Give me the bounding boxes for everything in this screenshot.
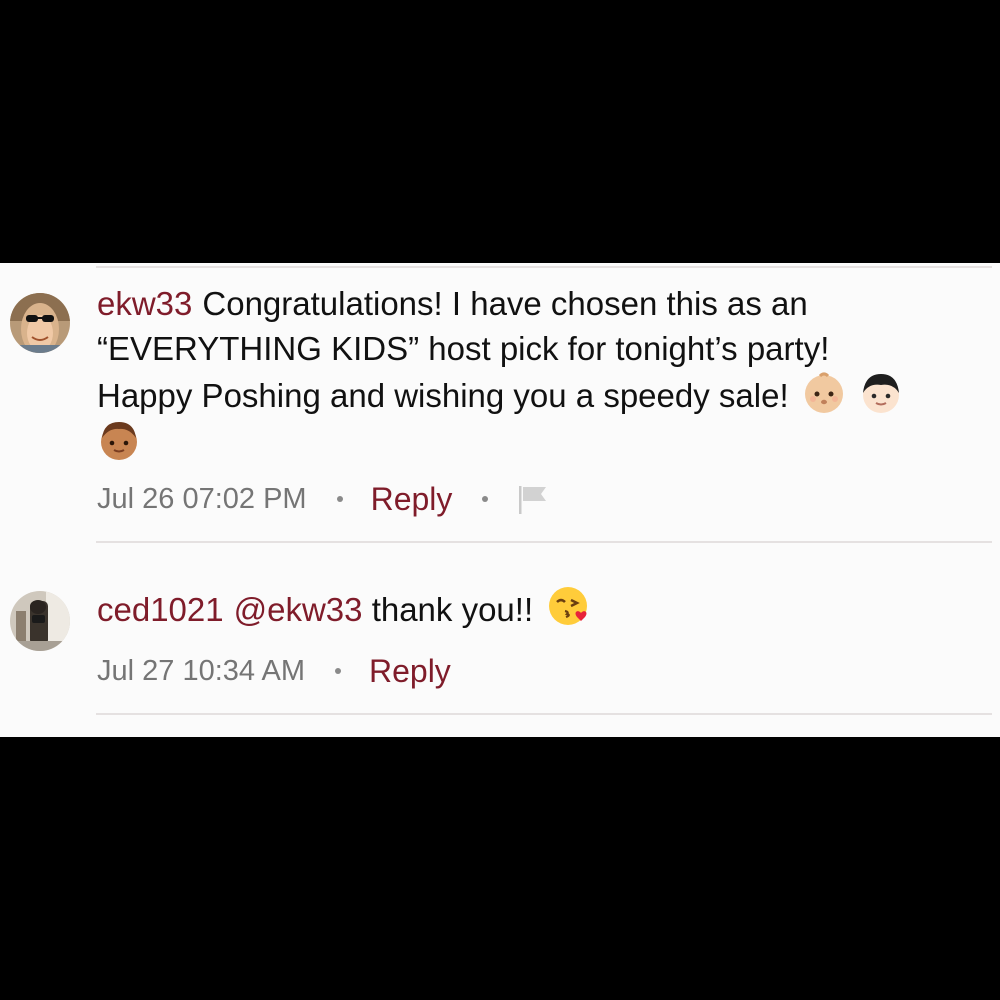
divider — [96, 541, 992, 543]
comment-text: ekw33 Congratulations! I have chosen this… — [97, 281, 977, 465]
kiss-emoji-icon — [546, 583, 592, 629]
comment-text: ced1021 @ekw33 thank you!! — [97, 583, 977, 632]
avatar[interactable] — [10, 591, 70, 651]
username-link[interactable]: ced1021 — [97, 591, 224, 628]
divider-top — [96, 266, 992, 268]
comments-panel: ekw33 Congratulations! I have chosen this… — [0, 263, 1000, 737]
comment-meta: Jul 27 10:34 AM Reply — [97, 651, 451, 691]
separator-dot — [482, 496, 489, 502]
mention-link[interactable]: @ekw33 — [234, 591, 363, 628]
comment-text-line: thank you!! — [371, 591, 534, 628]
separator-dot — [334, 668, 341, 674]
timestamp: Jul 27 10:34 AM — [97, 654, 305, 687]
reply-link[interactable]: Reply — [369, 653, 451, 690]
avatar[interactable] — [10, 293, 70, 353]
reply-link[interactable]: Reply — [371, 481, 453, 518]
flag-icon[interactable] — [516, 482, 550, 524]
screen: ekw33 Congratulations! I have chosen this… — [0, 0, 1000, 1000]
comment-meta: Jul 26 07:02 PM Reply — [97, 479, 550, 519]
baby-emoji-icon — [802, 371, 846, 415]
timestamp: Jul 26 07:02 PM — [97, 482, 307, 515]
separator-dot — [336, 496, 343, 502]
username-link[interactable]: ekw33 — [97, 285, 192, 322]
divider — [96, 713, 992, 715]
comment-text-line: “EVERYTHING KIDS” host pick for tonight’… — [97, 330, 830, 367]
boy-emoji-icon — [97, 418, 141, 462]
comment-text-line: Congratulations! I have chosen this as a… — [202, 285, 808, 322]
child-emoji-icon — [859, 371, 903, 415]
comment-text-line: Happy Poshing and wishing you a speedy s… — [97, 377, 789, 414]
